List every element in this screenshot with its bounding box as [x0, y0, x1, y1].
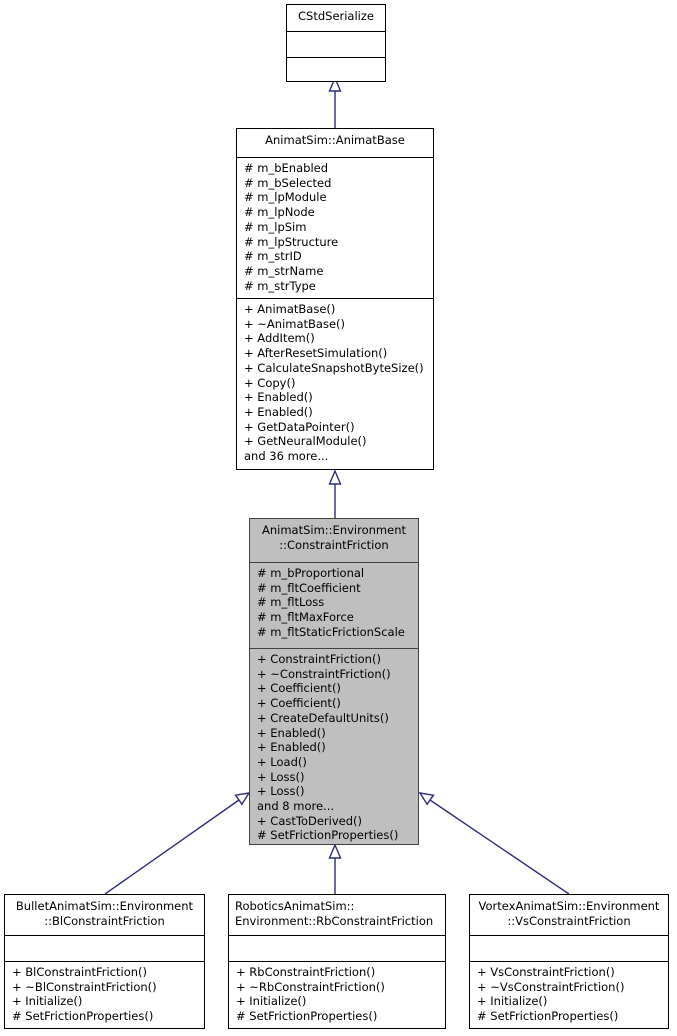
method-item: # SetFrictionProperties(): [12, 1009, 154, 1024]
attribute-item: # m_bEnabled: [244, 161, 329, 175]
method-item: + ConstraintFriction(): [257, 652, 381, 666]
attribute-item: # m_lpModule: [244, 190, 327, 205]
class-name-blconstraintfriction: BulletAnimatSim::Environment ::BlConstra…: [15, 899, 194, 928]
class-box-rbconstraintfriction[interactable]: RoboticsAnimatSim:: Environment::RbConst…: [228, 894, 446, 1029]
method-item: + CreateDefaultUnits(): [257, 710, 389, 725]
method-item: + Copy(): [244, 375, 296, 390]
attributes-section-animatbase: # m_bEnabled # m_bSelected # m_lpModule …: [237, 157, 433, 298]
class-name-vsconstraintfriction: VortexAnimatSim::Environment ::VsConstra…: [478, 899, 660, 928]
method-item: + Initialize(): [477, 994, 548, 1009]
attribute-item: # m_lpStructure: [244, 234, 339, 249]
class-box-vsconstraintfriction[interactable]: VortexAnimatSim::Environment ::VsConstra…: [469, 894, 669, 1029]
attribute-item: # m_lpSim: [244, 219, 307, 234]
attributes-section-constraintfriction: # m_bProportional # m_fltCoefficient # m…: [250, 562, 418, 648]
class-name-cstdserialize: CStdSerialize: [298, 9, 374, 23]
method-item: + Enabled(): [257, 740, 326, 755]
attributes-section-vsconstraintfriction: [470, 935, 668, 961]
attribute-item: # m_fltStaticFrictionScale: [257, 624, 405, 639]
method-item: + Coefficient(): [257, 696, 341, 711]
method-item-more: and 36 more...: [244, 449, 329, 464]
method-item: + Initialize(): [236, 994, 307, 1009]
methods-section-cstdserialize: [287, 57, 385, 83]
attribute-item: # m_strName: [244, 263, 324, 278]
class-box-animatbase[interactable]: AnimatSim::AnimatBase # m_bEnabled # m_b…: [236, 128, 434, 470]
edge-constraintfriction-to-animatbase: [328, 469, 342, 518]
method-item: + ~VsConstraintFriction(): [477, 979, 625, 994]
method-item: + Enabled(): [257, 725, 326, 740]
method-item: + Initialize(): [12, 994, 83, 1009]
method-item: + ~ConstraintFriction(): [257, 666, 391, 681]
method-item: + VsConstraintFriction(): [477, 965, 615, 979]
attribute-item: # m_fltLoss: [257, 595, 325, 610]
methods-section-rbconstraintfriction: + RbConstraintFriction() + ~RbConstraint…: [229, 961, 445, 1030]
attribute-item: # m_strID: [244, 249, 302, 264]
uml-inheritance-diagram: CStdSerialize AnimatSim::AnimatBase # m_…: [0, 0, 677, 1036]
attributes-section-rbconstraintfriction: [229, 935, 445, 961]
methods-section-blconstraintfriction: + BlConstraintFriction() + ~BlConstraint…: [5, 961, 204, 1030]
method-item: + GetNeuralModule(): [244, 434, 367, 449]
attribute-item: # m_fltMaxForce: [257, 610, 354, 625]
attribute-item: # m_lpNode: [244, 205, 315, 220]
class-box-blconstraintfriction[interactable]: BulletAnimatSim::Environment ::BlConstra…: [4, 894, 205, 1029]
attribute-item: # m_fltCoefficient: [257, 580, 361, 595]
method-item: + Loss(): [257, 769, 305, 784]
edge-blconstraintfriction-to-constraintfriction: [104, 792, 251, 895]
method-item: + Enabled(): [244, 390, 313, 405]
method-item: + Coefficient(): [257, 681, 341, 696]
method-item: + GetDataPointer(): [244, 419, 355, 434]
method-item: + AddItem(): [244, 331, 315, 346]
attribute-item: # m_strType: [244, 278, 316, 293]
attributes-section-cstdserialize: [287, 31, 385, 57]
method-item: + BlConstraintFriction(): [12, 965, 148, 979]
attributes-section-blconstraintfriction: [5, 935, 204, 961]
edge-vsconstraintfriction-to-constraintfriction: [418, 792, 570, 895]
method-item: + ~BlConstraintFriction(): [12, 979, 157, 994]
method-item: + ~RbConstraintFriction(): [236, 979, 385, 994]
class-box-constraintfriction[interactable]: AnimatSim::Environment ::ConstraintFrict…: [249, 518, 419, 845]
method-item: + CastToDerived(): [257, 813, 362, 828]
method-item: + Enabled(): [244, 404, 313, 419]
method-item: # SetFrictionProperties(): [477, 1009, 619, 1024]
method-item: + AfterResetSimulation(): [244, 346, 388, 361]
method-item: # SetFrictionProperties(): [236, 1009, 378, 1024]
method-item: + ~AnimatBase(): [244, 316, 346, 331]
methods-section-animatbase: + AnimatBase() + ~AnimatBase() + AddItem…: [237, 298, 433, 471]
class-name-animatbase: AnimatSim::AnimatBase: [265, 133, 405, 147]
method-item: # SetFrictionProperties(): [257, 828, 399, 843]
attribute-item: # m_bProportional: [257, 566, 365, 580]
method-item-more: and 8 more...: [257, 799, 335, 814]
method-item: + Loss(): [257, 784, 305, 799]
method-item: + AnimatBase(): [244, 302, 336, 316]
method-item: + CalculateSnapshotByteSize(): [244, 360, 424, 375]
edge-animatbase-to-cstdserialize: [328, 76, 342, 128]
edge-rbconstraintfriction-to-constraintfriction: [328, 843, 342, 894]
class-name-rbconstraintfriction: RoboticsAnimatSim:: Environment::RbConst…: [235, 899, 434, 928]
method-item: + Load(): [257, 754, 307, 769]
methods-section-vsconstraintfriction: + VsConstraintFriction() + ~VsConstraint…: [470, 961, 668, 1030]
methods-section-constraintfriction: + ConstraintFriction() + ~ConstraintFric…: [250, 648, 418, 846]
method-item: + RbConstraintFriction(): [236, 965, 376, 979]
class-box-cstdserialize[interactable]: CStdSerialize: [286, 4, 386, 82]
attribute-item: # m_bSelected: [244, 175, 332, 190]
class-name-constraintfriction: AnimatSim::Environment ::ConstraintFrict…: [262, 523, 406, 552]
